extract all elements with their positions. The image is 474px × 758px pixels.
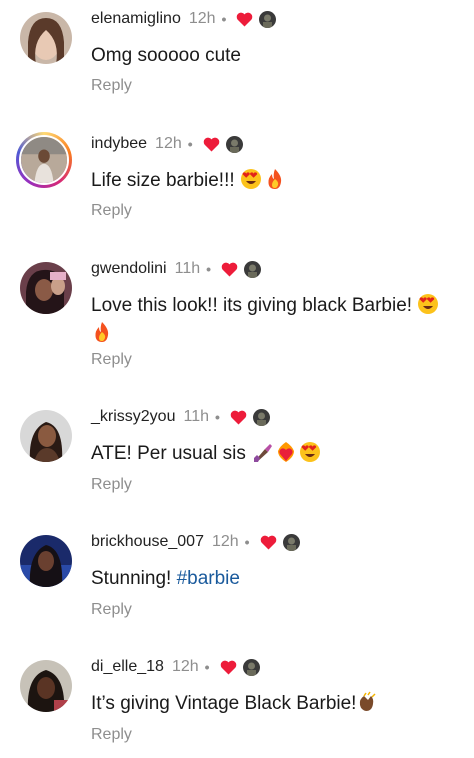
author-avatar-icon	[242, 658, 260, 676]
heart-eyes-emoji	[417, 293, 439, 315]
hashtag-link[interactable]: #barbie	[177, 568, 240, 589]
heart-icon	[220, 660, 237, 675]
heart-icon	[236, 12, 253, 27]
username[interactable]: elenamiglino	[91, 10, 181, 28]
clapping-hands-emoji	[356, 691, 378, 713]
separator-dot: •	[215, 409, 220, 425]
avatar[interactable]	[16, 132, 72, 188]
username[interactable]: gwendolini	[91, 260, 167, 278]
reply-button[interactable]: Reply	[91, 77, 132, 95]
heart-eyes-emoji	[299, 441, 321, 463]
heart-icon	[221, 262, 238, 277]
reply-button[interactable]: Reply	[91, 726, 132, 744]
fire-emoji	[264, 168, 286, 190]
username[interactable]: indybee	[91, 135, 147, 153]
heart-icon	[260, 535, 277, 550]
timestamp: 12h	[188, 10, 216, 27]
timestamp: 11h	[183, 408, 209, 425]
comment-text: Life size barbie!!!	[91, 167, 463, 195]
nail-polish-emoji	[251, 441, 273, 463]
author-avatar-icon	[282, 533, 300, 551]
reply-button[interactable]: Reply	[91, 351, 132, 369]
username[interactable]: brickhouse_007	[91, 533, 204, 551]
comment-text: It’s giving Vintage Black Barbie!	[91, 690, 463, 718]
timestamp: 12h	[171, 658, 199, 675]
timestamp: 11h	[174, 260, 201, 277]
comment-text: Love this look!! its giving black Barbie…	[91, 292, 463, 348]
reply-button[interactable]: Reply	[91, 476, 132, 494]
fire-emoji	[91, 321, 113, 343]
author-avatar-icon	[259, 10, 277, 28]
heart-icon	[203, 137, 220, 152]
heart-on-fire-emoji	[275, 441, 297, 463]
separator-dot: •	[221, 11, 227, 27]
username[interactable]: _krissy2you	[91, 408, 175, 426]
timestamp: 12h	[155, 135, 182, 152]
avatar[interactable]	[20, 262, 72, 314]
separator-dot: •	[206, 261, 212, 277]
author-avatar-icon	[244, 260, 262, 278]
comment-text: ATE! Per usual sis	[91, 440, 463, 468]
avatar[interactable]	[20, 535, 72, 587]
comment-text: Omg sooooo cute	[91, 45, 241, 66]
comment-text: Stunning! #barbie	[91, 568, 240, 589]
author-avatar-icon	[225, 135, 243, 153]
avatar[interactable]	[20, 660, 72, 712]
reply-button[interactable]: Reply	[91, 601, 132, 619]
reply-button[interactable]: Reply	[91, 202, 132, 220]
heart-icon	[230, 410, 247, 425]
author-avatar-icon	[252, 408, 270, 426]
separator-dot: •	[187, 136, 193, 152]
separator-dot: •	[244, 534, 250, 550]
avatar[interactable]	[20, 12, 72, 64]
username[interactable]: di_elle_18	[91, 658, 164, 676]
timestamp: 12h	[211, 533, 239, 550]
avatar[interactable]	[20, 410, 72, 462]
heart-eyes-emoji	[240, 168, 262, 190]
separator-dot: •	[204, 659, 210, 675]
